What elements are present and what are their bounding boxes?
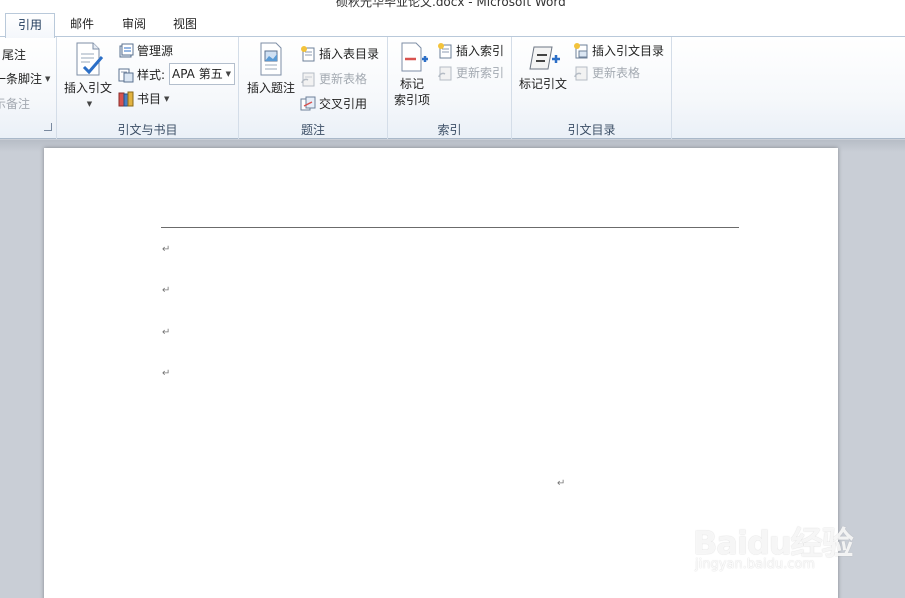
cross-reference-icon — [300, 96, 316, 110]
show-notes-label: 示备注 — [0, 97, 31, 111]
update-index-label: 更新索引 — [456, 66, 505, 80]
tab-view[interactable]: 视图 — [163, 13, 207, 38]
insert-citation-button[interactable]: 插入引文 ▼ — [62, 41, 114, 112]
citation-style-icon — [118, 68, 134, 82]
paragraph-mark: ↵ — [162, 327, 171, 338]
title-bar: 硕秋光华毕业论文.docx - Microsoft Word — [0, 0, 905, 9]
mark-citation-button[interactable]: 标记引文 — [516, 43, 570, 92]
paragraph-mark: ↵ — [557, 478, 566, 489]
header-rule — [161, 227, 739, 228]
insert-caption-button[interactable]: 插入题注 — [244, 41, 298, 96]
tab-review[interactable]: 审阅 — [112, 13, 156, 38]
next-footnote-label: 一条脚注 — [0, 72, 43, 86]
insert-citation-label: 插入引文 — [63, 81, 112, 95]
ribbon-tab-bar: 引用 邮件 审阅 视图 — [0, 9, 905, 38]
insert-caption-label: 插入题注 — [246, 81, 295, 95]
update-toa-button[interactable]: 更新表格 — [573, 64, 640, 81]
update-toa-label: 更新表格 — [592, 66, 641, 80]
group-index: 标记 索引项 插入索引 更新索引 索引 — [388, 37, 512, 139]
ribbon: 尾注 一条脚注 ▼ 示备注 插入引文 ▼ 管理源 样式: 书目 ▼ 引文与书目 … — [0, 37, 905, 139]
update-toa-icon — [574, 66, 588, 80]
style-label-group: 样式: — [118, 66, 165, 83]
window-title: 硕秋光华毕业论文.docx - Microsoft Word — [336, 0, 566, 9]
cross-reference-button[interactable]: 交叉引用 — [300, 95, 367, 112]
baidu-watermark: Baidu经验 jingyan.baidu.com — [693, 502, 873, 582]
insert-caption-icon — [260, 42, 282, 76]
bibliography-label: 书目 — [137, 92, 162, 106]
update-index-button[interactable]: 更新索引 — [437, 64, 504, 81]
citation-style-value: APA 第五 — [172, 67, 223, 81]
tab-mailings[interactable]: 邮件 — [60, 13, 104, 38]
dropdown-arrow-icon: ▼ — [225, 70, 231, 78]
insert-toa-icon — [574, 42, 588, 58]
group-label-captions: 题注 — [300, 123, 325, 137]
mark-entry-label-2: 索引项 — [393, 93, 430, 107]
insert-index-label: 插入索引 — [456, 44, 505, 58]
group-label-citations: 引文与书目 — [117, 123, 178, 137]
watermark-url: jingyan.baidu.com — [695, 557, 815, 572]
mark-entry-icon — [401, 42, 428, 72]
dropdown-arrow-icon: ▼ — [45, 74, 51, 83]
update-table-icon — [301, 72, 315, 86]
update-table-button[interactable]: 更新表格 — [300, 70, 367, 87]
manage-sources-icon — [119, 43, 134, 57]
insert-endnote-label: 尾注 — [2, 48, 27, 62]
group-citations-bibliography: 插入引文 ▼ 管理源 样式: 书目 ▼ 引文与书目 — [57, 37, 239, 139]
dropdown-arrow-icon: ▼ — [164, 94, 170, 103]
style-label: 样式: — [137, 68, 166, 82]
insert-index-button[interactable]: 插入索引 — [437, 42, 504, 59]
update-table-label: 更新表格 — [319, 72, 368, 86]
group-table-of-authorities: 标记引文 插入引文目录 更新表格 引文目录 — [512, 37, 672, 139]
manage-sources-label: 管理源 — [137, 44, 174, 58]
mark-entry-label-1: 标记 — [399, 77, 424, 91]
dropdown-arrow-icon: ▼ — [86, 100, 93, 108]
group-captions: 插入题注 插入表目录 更新表格 交叉引用 题注 — [239, 37, 388, 139]
bibliography-icon — [118, 91, 134, 106]
group-footnotes: 尾注 一条脚注 ▼ 示备注 — [0, 37, 57, 139]
insert-endnote-button[interactable]: 尾注 — [2, 46, 26, 63]
update-index-icon — [438, 66, 452, 80]
manage-sources-button[interactable]: 管理源 — [118, 42, 173, 59]
cross-reference-label: 交叉引用 — [319, 97, 368, 111]
group-label-toa: 引文目录 — [567, 123, 616, 137]
next-footnote-button[interactable]: 一条脚注 ▼ — [0, 70, 50, 87]
table-of-figures-icon — [301, 45, 315, 61]
paragraph-mark: ↵ — [162, 368, 171, 379]
insert-table-of-authorities-button[interactable]: 插入引文目录 — [573, 42, 664, 59]
bibliography-button[interactable]: 书目 ▼ — [118, 90, 169, 107]
mark-citation-icon — [529, 46, 560, 70]
show-notes-button[interactable]: 示备注 — [0, 95, 30, 112]
paragraph-mark: ↵ — [162, 244, 171, 255]
insert-citation-icon — [76, 42, 104, 76]
insert-index-icon — [438, 42, 452, 58]
group-label-index: 索引 — [437, 123, 462, 137]
insert-toa-label: 插入引文目录 — [592, 44, 665, 58]
tab-references[interactable]: 引用 — [5, 13, 55, 38]
dialog-launcher-icon[interactable] — [44, 123, 52, 131]
mark-entry-button[interactable]: 标记 索引项 — [392, 41, 432, 108]
citation-style-select[interactable]: APA 第五 ▼ — [169, 63, 235, 85]
mark-citation-label: 标记引文 — [518, 77, 567, 91]
insert-table-of-figures-button[interactable]: 插入表目录 — [300, 45, 379, 62]
paragraph-mark: ↵ — [162, 285, 171, 296]
insert-table-of-figures-label: 插入表目录 — [319, 47, 380, 61]
